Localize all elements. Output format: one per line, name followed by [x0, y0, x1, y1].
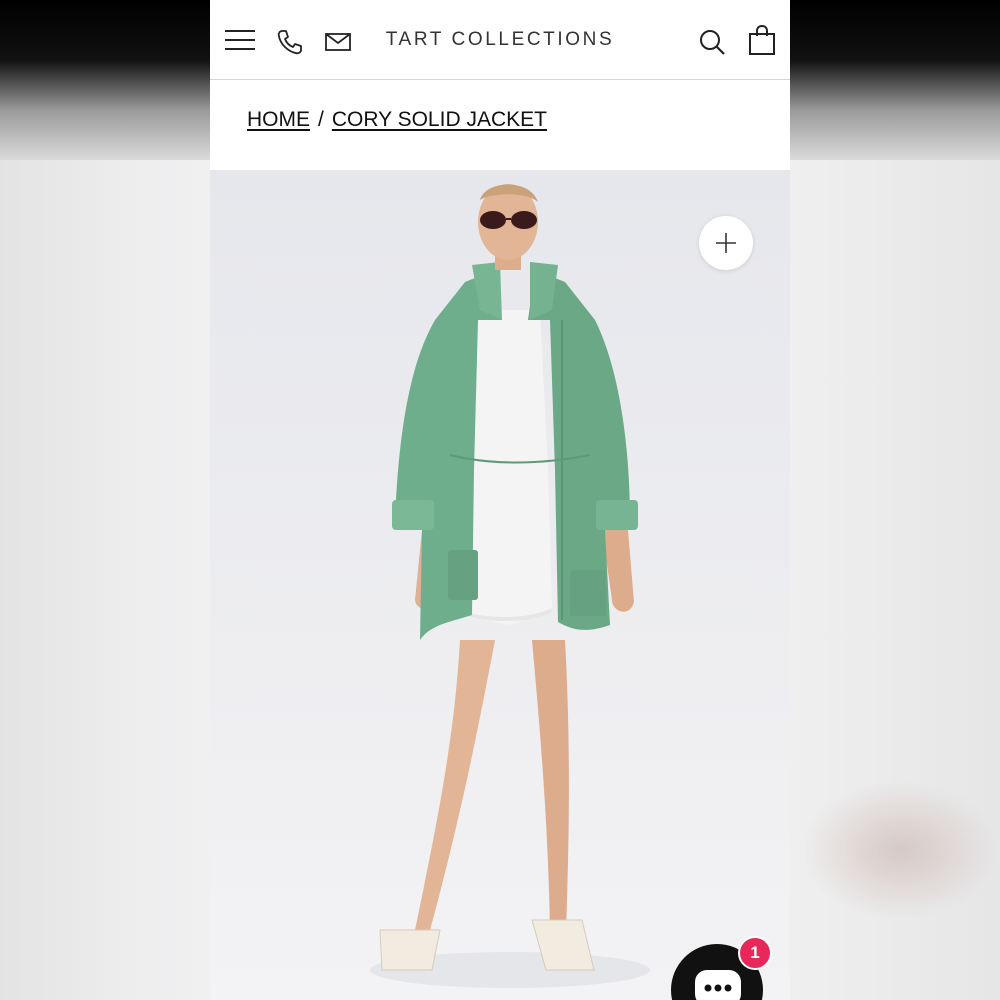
breadcrumb: HOME / CORY SOLID JACKET — [247, 108, 547, 132]
search-icon[interactable] — [698, 28, 726, 56]
blurred-backdrop-blob — [800, 780, 1000, 920]
phone-screen: TART COLLECTIONS HOME / CORY SOLID JACKET — [210, 0, 790, 1000]
breadcrumb-separator: / — [318, 108, 324, 131]
blurred-backdrop-left — [0, 160, 210, 1000]
chat-notification-badge: 1 — [738, 936, 772, 970]
chat-icon — [695, 970, 741, 1000]
breadcrumb-home-link[interactable]: HOME — [247, 108, 310, 131]
site-header: TART COLLECTIONS — [210, 0, 790, 80]
chat-dots-icon — [704, 984, 732, 992]
zoom-button[interactable] — [699, 216, 753, 270]
product-image[interactable] — [210, 170, 790, 1000]
shopping-bag-icon[interactable] — [748, 24, 776, 56]
plus-icon — [716, 233, 736, 253]
model-in-green-jacket — [370, 184, 650, 988]
breadcrumb-current-link[interactable]: CORY SOLID JACKET — [332, 108, 547, 131]
